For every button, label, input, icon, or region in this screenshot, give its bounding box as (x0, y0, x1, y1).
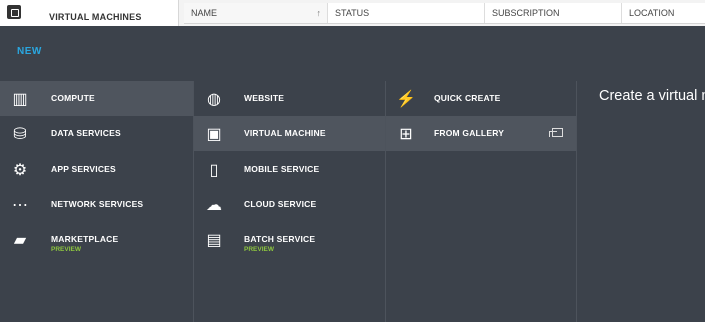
preview-badge: PREVIEW (51, 246, 81, 253)
create-option-from-gallery[interactable]: ⊞ FROM GALLERY (386, 116, 576, 151)
lightning-icon: ⚡ (396, 91, 416, 108)
mobile-icon: ▯ (209, 162, 219, 179)
compute-item-cloud-service[interactable]: ☁ CLOUD SERVICE (194, 187, 385, 222)
category-compute[interactable]: ▥ COMPUTE (0, 81, 193, 116)
category-data-services[interactable]: ⛁ DATA SERVICES (0, 116, 193, 151)
category-network-services-label: NETWORK SERVICES (51, 199, 144, 209)
category-app-services-label: APP SERVICES (51, 164, 116, 174)
globe-icon: ◍ (207, 91, 221, 108)
create-option-quick-create[interactable]: ⚡ QUICK CREATE (386, 81, 576, 116)
compute-item-website-label: WEBSITE (244, 93, 285, 103)
gallery-icon: ⊞ (399, 126, 413, 143)
app-services-icon: ⚙ (12, 162, 28, 179)
marketplace-icon: ▰ (13, 232, 27, 249)
data-services-icon: ⛁ (13, 126, 27, 143)
cloud-icon: ☁ (206, 197, 222, 214)
open-wizard-icon (549, 128, 563, 137)
network-services-icon: ⋯ (12, 197, 28, 214)
category-data-services-label: DATA SERVICES (51, 128, 121, 138)
sort-ascending-icon: ↑ (316, 8, 322, 18)
virtual-machines-tab[interactable]: VIRTUAL MACHINES (0, 0, 179, 26)
category-compute-label: COMPUTE (51, 93, 95, 103)
compute-item-cloud-service-label: CLOUD SERVICE (244, 199, 317, 209)
category-network-services[interactable]: ⋯ NETWORK SERVICES (0, 187, 193, 222)
option-description: Create a virtual m advanced option (599, 88, 705, 104)
compute-item-batch-service[interactable]: ▤ BATCH SERVICE PREVIEW (194, 222, 385, 257)
column-header-subscription[interactable]: SUBSCRIPTION (484, 3, 621, 23)
virtual-machine-icon: ▣ (206, 126, 222, 143)
compute-item-website[interactable]: ◍ WEBSITE (194, 81, 385, 116)
column-header-location[interactable]: LOCATION (621, 3, 705, 23)
column-header-name-label: NAME (191, 8, 218, 18)
column-header-name[interactable]: NAME ↑ (184, 3, 327, 23)
category-marketplace-label: MARKETPLACE (51, 234, 119, 244)
column-header-subscription-label: SUBSCRIPTION (492, 8, 560, 18)
column-header-status-label: STATUS (335, 8, 370, 18)
column-divider (576, 81, 577, 322)
compute-item-virtual-machine-label: VIRTUAL MACHINE (244, 128, 326, 138)
batch-icon: ▤ (206, 232, 222, 249)
grid-column-headers: NAME ↑ STATUS SUBSCRIPTION LOCATION (184, 3, 705, 24)
category-marketplace[interactable]: ▰ MARKETPLACE PREVIEW (0, 222, 193, 257)
compute-icon: ▥ (12, 91, 28, 108)
create-option-quick-create-label: QUICK CREATE (434, 93, 501, 103)
virtual-machines-tab-label: VIRTUAL MACHINES (49, 12, 142, 22)
column-header-location-label: LOCATION (629, 8, 675, 18)
new-drawer-title: NEW (17, 46, 42, 57)
column-header-status[interactable]: STATUS (327, 3, 484, 23)
compute-item-batch-service-label: BATCH SERVICE (244, 234, 316, 244)
category-app-services[interactable]: ⚙ APP SERVICES (0, 152, 193, 187)
preview-badge: PREVIEW (244, 246, 274, 253)
compute-item-mobile-service-label: MOBILE SERVICE (244, 164, 320, 174)
compute-item-mobile-service[interactable]: ▯ MOBILE SERVICE (194, 152, 385, 187)
virtual-machine-icon (7, 5, 21, 19)
compute-item-virtual-machine[interactable]: ▣ VIRTUAL MACHINE (194, 116, 385, 151)
create-option-from-gallery-label: FROM GALLERY (434, 128, 505, 138)
